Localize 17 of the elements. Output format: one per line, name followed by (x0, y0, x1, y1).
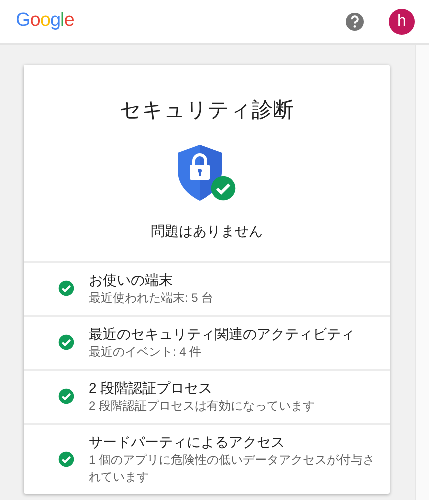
item-detail: 2 段階認証プロセスは有効になっています (89, 398, 316, 414)
status-summary: 問題はありません (150, 222, 264, 240)
help-icon[interactable] (345, 12, 365, 32)
account-avatar[interactable]: h (389, 8, 415, 34)
checkup-item[interactable]: お使いの端末 最近使われた端末: 5 台 (24, 260, 390, 314)
item-title: 2 段階認証プロセス (89, 378, 214, 398)
checkup-item[interactable]: 最近のセキュリティ関連のアクティビティ 最近のイベント: 4 件 (24, 314, 390, 368)
item-detail: 最近のイベント: 4 件 (89, 344, 203, 360)
checkup-item[interactable]: サードパーティによるアクセス 1 個のアプリに危険性の低いデータアクセスが付与されています (24, 422, 390, 494)
checkup-item[interactable]: 2 段階認証プロセス 2 段階認証プロセスは有効になっています (24, 368, 390, 422)
google-logo[interactable]: Google (16, 7, 74, 36)
item-detail: 最近使われた端末: 5 台 (89, 290, 214, 306)
card-title: セキュリティ診断 (119, 98, 295, 124)
item-title: 最近のセキュリティ関連のアクティビティ (89, 324, 355, 344)
item-detail: 1 個のアプリに危険性の低いデータアクセスが付与されています (89, 452, 376, 486)
item-title: お使いの端末 (89, 270, 174, 290)
item-title: サードパーティによるアクセス (89, 432, 286, 452)
